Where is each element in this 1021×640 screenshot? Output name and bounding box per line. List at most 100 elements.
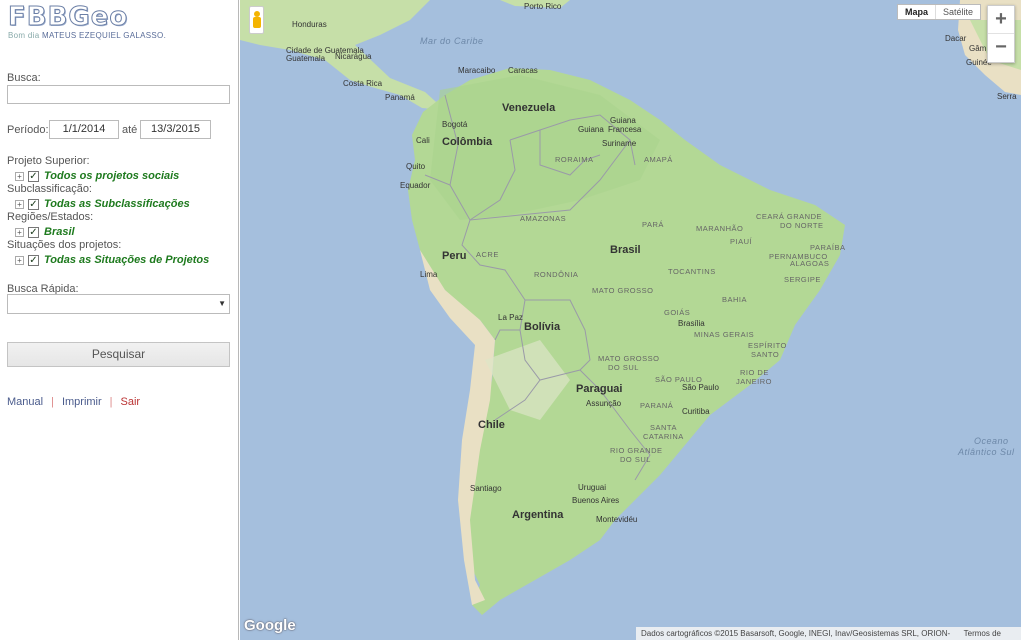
- plus-box-icon[interactable]: +: [15, 199, 24, 209]
- date-end-input[interactable]: 13/3/2015: [140, 120, 211, 139]
- tree-row-situacoes: + ✓ Todas as Situações de Projetos: [15, 253, 209, 267]
- map-label-maracaibo: Maracaibo: [458, 66, 496, 75]
- tree-item-situacoes[interactable]: Todas as Situações de Projetos: [44, 254, 209, 266]
- greeting-user: MATEUS EZEQUIEL GALASSO.: [41, 31, 167, 40]
- plus-box-icon[interactable]: +: [15, 171, 24, 181]
- map-state-acre: ACRE: [476, 250, 499, 259]
- map-type-satellite-button[interactable]: Satélite: [936, 5, 980, 19]
- map-label-suriname: Suriname: [602, 139, 637, 148]
- checkbox-checked-icon[interactable]: ✓: [28, 226, 39, 238]
- map-label-buenosaires: Buenos Aires: [572, 496, 620, 505]
- tree-row-subclass: + ✓ Todas as Subclassificações: [15, 197, 190, 211]
- map-state-msul: MATO GROSSO: [598, 354, 660, 363]
- map-state-espirito: ESPÍRITO: [748, 341, 787, 350]
- map-label-cali: Cali: [416, 136, 430, 145]
- checkbox-checked-icon[interactable]: ✓: [28, 170, 39, 182]
- map-label-saopaulo: São Paulo: [682, 383, 719, 392]
- date-separator: até: [122, 124, 138, 136]
- plus-box-icon[interactable]: +: [15, 227, 24, 237]
- map-label-brasil: Brasil: [610, 244, 641, 256]
- map-label-asuncion: Assunção: [586, 399, 622, 408]
- map-label-caribe: Mar do Caribe: [420, 36, 484, 46]
- pegman-body: [253, 17, 261, 28]
- zoom-control: + −: [987, 5, 1015, 63]
- map-state-amazonas: AMAZONAS: [520, 214, 567, 223]
- map-label-uruguai: Uruguai: [578, 483, 607, 492]
- map-state-ceara: CEARÁ GRANDE: [756, 212, 823, 221]
- map-state-amapa: AMAPÁ: [644, 155, 673, 164]
- period-label: Período:: [7, 124, 49, 136]
- map-attribution: Dados cartográficos ©2015 Basarsoft, Goo…: [636, 627, 1021, 640]
- filter-label-projeto: Projeto Superior:: [7, 155, 90, 167]
- map-label-colombia: Colômbia: [442, 136, 493, 148]
- google-logo: Google: [244, 617, 296, 634]
- map-type-switch: Mapa Satélite: [897, 4, 982, 20]
- map-state-rs: RIO GRANDE: [610, 446, 663, 455]
- map-state-paraiba: PARAÍBA: [810, 243, 846, 252]
- map-label-guatemala2: Guatemala: [286, 54, 326, 63]
- quick-search-select[interactable]: ▼: [7, 294, 230, 314]
- tree-item-subclass[interactable]: Todas as Subclassificações: [44, 198, 190, 210]
- map-label-equador: Equador: [400, 181, 431, 190]
- map-state-rj2: JANEIRO: [736, 377, 773, 386]
- terms-link[interactable]: Termos de Uso: [964, 627, 1016, 640]
- tree-item-projeto[interactable]: Todos os projetos sociais: [44, 170, 179, 182]
- zoom-in-button[interactable]: +: [988, 6, 1014, 34]
- search-input[interactable]: [7, 85, 230, 104]
- map-terrain: [240, 0, 1021, 615]
- triangle-down-icon: ▼: [218, 299, 226, 308]
- map-state-goias: GOIÁS: [664, 308, 691, 317]
- print-link[interactable]: Imprimir: [62, 396, 102, 408]
- checkbox-checked-icon[interactable]: ✓: [28, 198, 39, 210]
- map-state-matogrosso: MATO GROSSO: [592, 286, 654, 295]
- tree-row-regioes: + ✓ Brasil: [15, 225, 75, 239]
- footer-links: Manual | Imprimir | Sair: [7, 396, 140, 408]
- map-label-bogota: Bogotá: [442, 120, 468, 129]
- map-state-ceara2: DO NORTE: [780, 221, 824, 230]
- manual-link[interactable]: Manual: [7, 396, 43, 408]
- filter-label-subclass: Subclassificação:: [7, 183, 92, 195]
- map-label-costarica: Costa Rica: [343, 79, 383, 88]
- map-label-lima: Lima: [420, 270, 438, 279]
- map-state-minas: MINAS GERAIS: [694, 330, 755, 339]
- map-label-portorico: Porto Rico: [524, 2, 562, 11]
- map-label-brasilia: Brasília: [678, 319, 705, 328]
- map-label-caracas: Caracas: [508, 66, 538, 75]
- greeting-prefix: Bom dia: [8, 31, 40, 40]
- link-divider: |: [51, 396, 54, 408]
- filter-label-regioes: Regiões/Estados:: [7, 211, 94, 223]
- date-start-input[interactable]: 1/1/2014: [49, 120, 119, 139]
- map-state-parana: PARANÁ: [640, 401, 674, 410]
- map-state-sc2: CATARINA: [643, 432, 684, 441]
- map-label-panama: Panamá: [385, 93, 415, 102]
- checkbox-checked-icon[interactable]: ✓: [28, 254, 39, 266]
- map-label-argentina: Argentina: [512, 509, 564, 521]
- zoom-out-button[interactable]: −: [988, 34, 1014, 62]
- map-state-espirito2: SANTO: [751, 350, 780, 359]
- logout-link[interactable]: Sair: [121, 396, 141, 408]
- tree-item-regioes[interactable]: Brasil: [44, 226, 75, 238]
- search-button[interactable]: Pesquisar: [7, 342, 230, 367]
- tree-row-projeto: + ✓ Todos os projetos sociais: [15, 169, 179, 183]
- map-label-bolivia: Bolívia: [524, 321, 561, 333]
- plus-box-icon[interactable]: +: [15, 255, 24, 265]
- map-label-serra: Serra: [997, 92, 1017, 101]
- map-label-nicaragua: Nicarágua: [335, 52, 372, 61]
- greeting: Bom dia MATEUS EZEQUIEL GALASSO.: [8, 31, 166, 40]
- link-divider: |: [109, 396, 113, 408]
- map-label-gambia: Gâm: [969, 44, 987, 53]
- pegman-icon[interactable]: [249, 6, 264, 34]
- map-state-sergipe: SERGIPE: [784, 275, 821, 284]
- map-state-msul2: DO SUL: [608, 363, 639, 372]
- map-label-paraguai: Paraguai: [576, 383, 623, 395]
- map-label-venezuela: Venezuela: [502, 102, 556, 114]
- map-type-map-button[interactable]: Mapa: [898, 5, 937, 19]
- map-label-guiana-fr: Guiana: [610, 116, 636, 125]
- map-state-para: PARÁ: [642, 220, 664, 229]
- map-label-chile: Chile: [478, 419, 505, 431]
- attribution-text: Dados cartográficos ©2015 Basarsoft, Goo…: [641, 629, 951, 638]
- map-state-tocantins: TOCANTINS: [668, 267, 716, 276]
- map-canvas[interactable]: Porto Rico Honduras Cidade de Guatemala …: [240, 0, 1021, 640]
- map-label-montevideo: Montevidéu: [596, 515, 638, 524]
- sidebar: FBBGeo Bom dia MATEUS EZEQUIEL GALASSO. …: [0, 0, 239, 640]
